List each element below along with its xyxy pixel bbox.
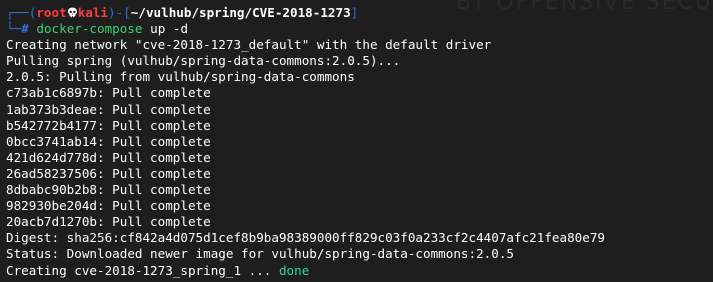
output-line: Creating network "cve-2018-1273_default"… <box>6 37 492 53</box>
prompt-frame-open: ┌──( <box>6 5 37 20</box>
output-line: Digest: sha256:cf842a4d075d1cef8b9ba9838… <box>6 230 605 246</box>
output-line: Pulling spring (vulhub/spring-data-commo… <box>6 53 401 69</box>
output-line: 421d624d778d: Pull complete <box>6 149 211 165</box>
output-line: c73ab1c6897b: Pull complete <box>6 85 211 101</box>
prompt-symbol: # <box>21 21 29 37</box>
prompt-frame-mid: )-[ <box>108 5 131 20</box>
done-status: done <box>278 262 310 278</box>
output-line: b542772b4177: Pull complete <box>6 117 211 133</box>
terminal-window[interactable]: ┌──(root kali)-[~/vulhub/spring/CVE-2018-… <box>6 5 713 282</box>
output-line: Status: Downloaded newer image for vulhu… <box>6 246 514 262</box>
last-line-text: Creating cve-2018-1273_spring_1 ... <box>6 262 279 278</box>
output-line: 982930be204d: Pull complete <box>6 198 211 214</box>
output-line: 0bcc3741ab14: Pull complete <box>6 133 211 149</box>
command-name: docker-compose <box>36 21 143 37</box>
output-line: 1ab373b3deae: Pull complete <box>6 101 211 117</box>
prompt-path: ~/vulhub/spring/CVE-2018-1273 <box>130 5 351 20</box>
prompt-second-prefix: └─ <box>6 21 22 37</box>
command-line: └─# docker-compose up -d <box>6 21 713 37</box>
output-line: 8dbabc90b2b8: Pull complete <box>6 182 211 198</box>
output-line-last: Creating cve-2018-1273_spring_1 ... done <box>6 263 713 279</box>
command-args: up -d <box>150 21 189 37</box>
output-line: 26ad58237506: Pull complete <box>6 165 211 181</box>
prompt-line: ┌──(root kali)-[~/vulhub/spring/CVE-2018-… <box>6 5 713 21</box>
prompt-frame-close: ] <box>350 5 359 20</box>
skull-icon <box>67 6 78 18</box>
output-line: 2.0.5: Pulling from vulhub/spring-data-c… <box>6 69 355 85</box>
prompt-host: kali <box>77 5 109 20</box>
output-line: 20acb7d1270b: Pull complete <box>6 214 211 230</box>
prompt-user: root <box>36 5 67 20</box>
